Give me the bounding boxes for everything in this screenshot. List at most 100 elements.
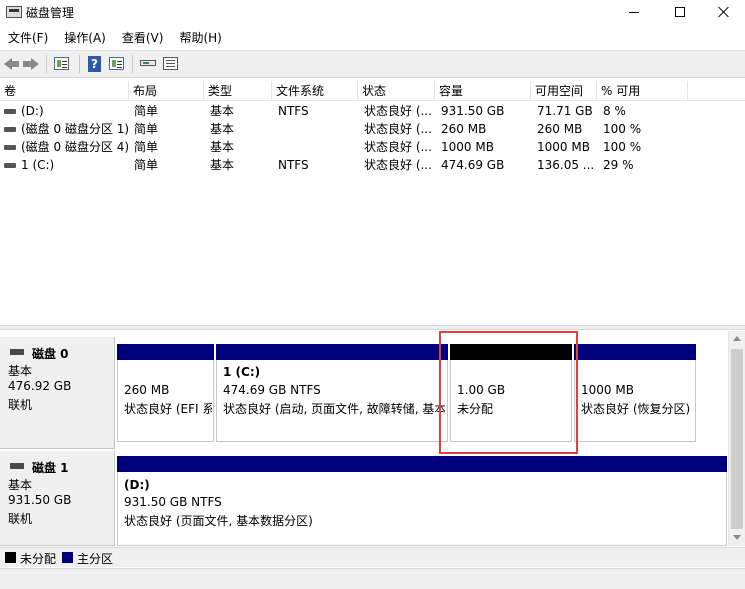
cell-volume: 1 (C:) (21, 158, 55, 172)
help-button[interactable]: ? (86, 55, 104, 73)
column-header-layout[interactable]: 布局 (129, 81, 204, 101)
back-button[interactable] (3, 55, 21, 73)
cell-status: 状态良好 (... (364, 122, 432, 136)
partition-bar (117, 344, 214, 360)
disk-size: 931.50 GB (8, 493, 72, 507)
partition-size: 1000 MB (581, 383, 634, 397)
column-header-filesystem[interactable]: 文件系统 (272, 81, 358, 101)
table-row[interactable]: (磁盘 0 磁盘分区 4) 简单 基本 状态良好 (... 1000 MB 10… (0, 138, 745, 156)
disk-0-label[interactable]: 磁盘 0 基本 476.92 GB 联机 (0, 337, 115, 449)
minimize-button[interactable] (612, 0, 656, 24)
close-button[interactable] (702, 0, 745, 24)
partition-status: 状态良好 (EFI 系 (124, 402, 212, 416)
table-row[interactable]: (磁盘 0 磁盘分区 1) 简单 基本 状态良好 (... 260 MB 260… (0, 120, 745, 138)
column-header-status[interactable]: 状态 (358, 81, 435, 101)
disk-name: 磁盘 1 (32, 461, 69, 475)
rescan-icon (163, 57, 178, 70)
disk-management-icon (6, 5, 22, 19)
legend-swatch-primary (62, 552, 73, 563)
partition-efi[interactable]: 260 MB 状态良好 (EFI 系 (117, 344, 214, 442)
column-header-capacity[interactable]: 容量 (435, 81, 531, 101)
partition-size: 474.69 GB NTFS (223, 383, 321, 397)
minimize-icon (629, 11, 639, 13)
disk-type: 基本 (8, 478, 33, 492)
disk-1-label[interactable]: 磁盘 1 基本 931.50 GB 联机 (0, 451, 115, 546)
cell-type: 基本 (210, 122, 235, 136)
cell-free-space: 260 MB (537, 122, 583, 136)
view-icon (109, 57, 124, 70)
menu-help[interactable]: 帮助(H) (171, 28, 229, 48)
scrollbar-thumb[interactable] (731, 349, 743, 529)
partition-title: (D:) (124, 478, 150, 492)
legend: 未分配 主分区 (0, 547, 745, 567)
disk-size: 476.92 GB (8, 379, 72, 393)
column-header-free-space[interactable]: 可用空间 (531, 81, 597, 101)
scroll-down-icon[interactable] (733, 535, 741, 540)
properties-icon (54, 57, 69, 70)
vertical-scrollbar[interactable] (728, 331, 745, 546)
toolbar-separator (132, 55, 133, 73)
cell-filesystem (278, 138, 356, 156)
cell-layout: 简单 (134, 158, 159, 172)
cell-capacity: 260 MB (441, 122, 487, 136)
forward-button[interactable] (22, 55, 40, 73)
menu-file[interactable]: 文件(F) (0, 28, 56, 48)
column-header-percent-free[interactable]: % 可用 (597, 81, 688, 101)
partition-size: 260 MB (124, 383, 170, 397)
toolbar-separator (79, 55, 80, 73)
window-title: 磁盘管理 (26, 6, 75, 20)
cell-percent-free: 100 % (603, 122, 642, 136)
cell-filesystem: NTFS (278, 158, 309, 172)
toolbar-separator (46, 55, 47, 73)
disk-icon (10, 463, 24, 469)
view-button[interactable] (108, 55, 126, 73)
rescan-button[interactable] (162, 55, 180, 73)
cell-layout: 简单 (134, 122, 159, 136)
column-header-volume[interactable]: 卷 (0, 81, 129, 101)
properties-button[interactable] (53, 55, 71, 73)
connect-disk-button[interactable] (139, 55, 157, 73)
disk-type: 基本 (8, 364, 33, 378)
pane-splitter[interactable] (0, 325, 745, 330)
volume-icon (4, 109, 16, 114)
scroll-up-icon[interactable] (733, 336, 741, 341)
partition-recovery[interactable]: 1000 MB 状态良好 (恢复分区) (574, 344, 696, 442)
disk-graphical-view: 磁盘 0 基本 476.92 GB 联机 260 MB 状态良好 (EFI 系 … (0, 331, 745, 546)
cell-free-space: 1000 MB (537, 140, 590, 154)
cell-type: 基本 (210, 104, 235, 118)
maximize-button[interactable] (658, 0, 702, 24)
menu-bar: 文件(F) 操作(A) 查看(V) 帮助(H) (0, 27, 745, 49)
partition-title: 1 (C:) (223, 365, 261, 379)
cell-filesystem (278, 120, 356, 138)
partition-bar (216, 344, 448, 360)
menu-action[interactable]: 操作(A) (56, 28, 114, 48)
legend-label-primary: 主分区 (77, 552, 114, 566)
partition-c[interactable]: 1 (C:) 474.69 GB NTFS 状态良好 (启动, 页面文件, 故障… (216, 344, 448, 442)
partition-size: 931.50 GB NTFS (124, 495, 222, 509)
column-header-type[interactable]: 类型 (204, 81, 272, 101)
cell-status: 状态良好 (... (364, 140, 432, 154)
cell-free-space: 136.05 ... (537, 158, 595, 172)
cell-status: 状态良好 (... (364, 158, 432, 172)
cell-percent-free: 100 % (603, 140, 642, 154)
cell-volume: (D:) (21, 104, 44, 118)
volume-icon (4, 145, 16, 150)
cell-type: 基本 (210, 158, 235, 172)
table-row[interactable]: (D:) 简单 基本 NTFS 状态良好 (... 931.50 GB 71.7… (0, 102, 745, 120)
table-row[interactable]: 1 (C:) 简单 基本 NTFS 状态良好 (... 474.69 GB 13… (0, 156, 745, 174)
connect-disk-icon (140, 60, 156, 66)
cell-type: 基本 (210, 140, 235, 154)
cell-capacity: 474.69 GB (441, 158, 505, 172)
cell-volume: (磁盘 0 磁盘分区 1) (21, 122, 129, 136)
legend-swatch-unallocated (5, 552, 16, 563)
partition-d[interactable]: (D:) 931.50 GB NTFS 状态良好 (页面文件, 基本数据分区) (117, 456, 727, 546)
disk-icon (10, 349, 24, 355)
cell-filesystem: NTFS (278, 104, 309, 118)
cell-percent-free: 29 % (603, 158, 634, 172)
maximize-icon (675, 7, 685, 17)
menu-view[interactable]: 查看(V) (114, 28, 172, 48)
cell-status: 状态良好 (... (364, 104, 432, 118)
partition-status: 状态良好 (页面文件, 基本数据分区) (124, 514, 313, 528)
disk-name: 磁盘 0 (32, 347, 69, 361)
highlight-box (439, 331, 578, 454)
